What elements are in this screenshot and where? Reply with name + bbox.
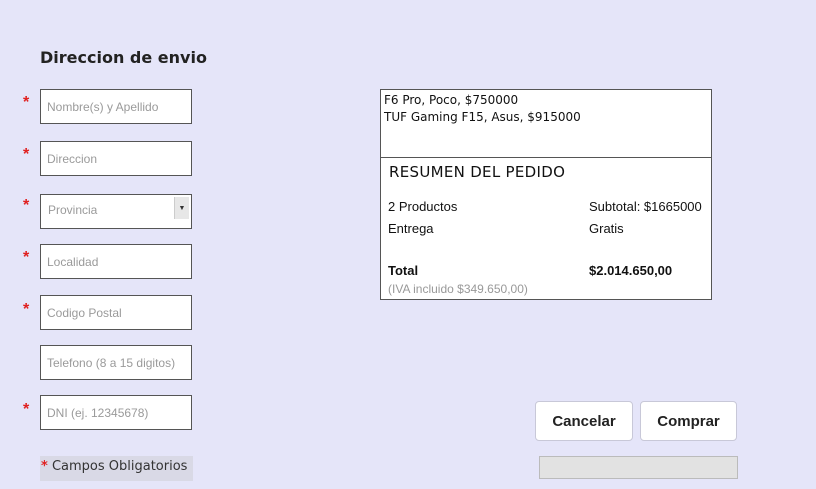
address-field-container <box>40 141 192 176</box>
required-fields-note: * Campos Obligatorios <box>40 456 193 481</box>
postal-code-field-container <box>40 295 192 330</box>
order-items-list: F6 Pro, Poco, $750000 TUF Gaming F15, As… <box>381 90 711 158</box>
address-input[interactable] <box>41 142 191 175</box>
order-item: F6 Pro, Poco, $750000 <box>384 93 519 107</box>
required-marker: * <box>23 146 30 163</box>
required-marker: * <box>23 401 30 418</box>
total-label: Total <box>388 263 419 278</box>
required-marker: * <box>23 197 30 214</box>
page-title: Direccion de envio <box>40 48 207 67</box>
required-marker: * <box>23 249 30 266</box>
tax-note: (IVA incluido $349.650,00) <box>388 282 528 296</box>
delivery-value: Gratis <box>589 221 624 236</box>
total-value: $2.014.650,00 <box>589 263 673 278</box>
name-field-container <box>40 89 192 124</box>
order-item: TUF Gaming F15, Asus, $915000 <box>384 110 581 124</box>
phone-input[interactable] <box>41 346 191 379</box>
province-select[interactable]: Provincia ▼ <box>40 194 192 229</box>
delivery-label: Entrega <box>388 221 434 236</box>
name-input[interactable] <box>41 90 191 123</box>
chevron-down-icon[interactable]: ▼ <box>174 197 189 219</box>
order-summary-panel: F6 Pro, Poco, $750000 TUF Gaming F15, As… <box>380 89 712 300</box>
required-note-label: Campos Obligatorios <box>51 459 188 474</box>
phone-field-container <box>40 345 192 380</box>
order-summary-title: RESUMEN DEL PEDIDO <box>389 163 566 181</box>
products-count: 2 Productos <box>388 199 458 214</box>
required-marker: * <box>41 459 48 474</box>
locality-input[interactable] <box>41 245 191 278</box>
subtotal: Subtotal: $1665000 <box>589 199 702 214</box>
cancel-button[interactable]: Cancelar <box>535 401 633 441</box>
postal-code-input[interactable] <box>41 296 191 329</box>
required-marker: * <box>23 301 30 318</box>
required-marker: * <box>23 94 30 111</box>
buy-button[interactable]: Comprar <box>640 401 737 441</box>
locality-field-container <box>40 244 192 279</box>
dni-input[interactable] <box>41 396 191 429</box>
province-select-value: Provincia <box>48 203 98 217</box>
status-bar <box>539 456 738 479</box>
dni-field-container <box>40 395 192 430</box>
